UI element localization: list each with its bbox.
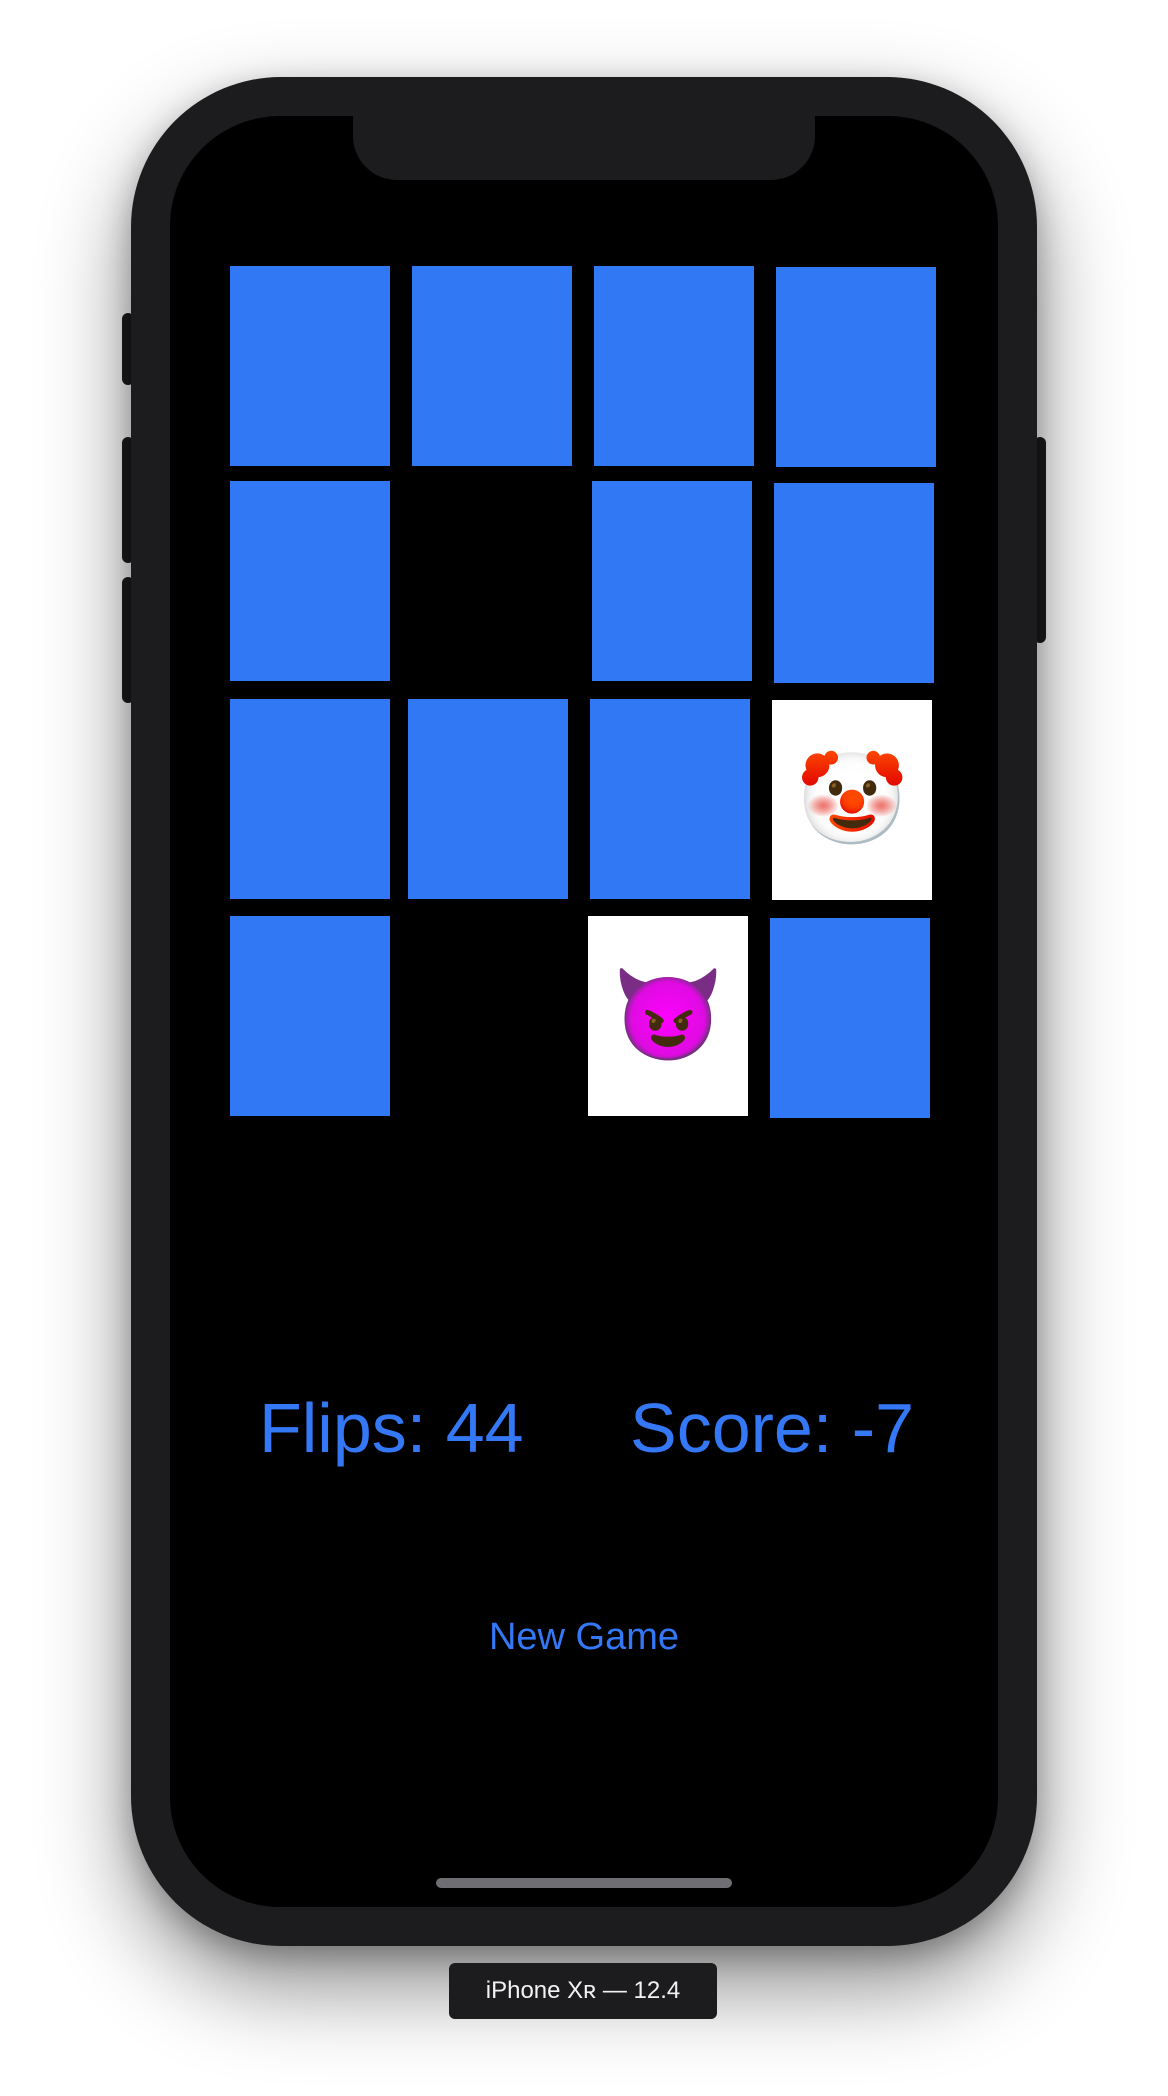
app-screen: 🤡 😈 Flips: 44 Score: -7 New Game	[170, 116, 998, 1907]
card[interactable]: 😈	[588, 916, 748, 1116]
card[interactable]	[412, 481, 572, 681]
card[interactable]	[230, 481, 390, 681]
simulator-device-label: iPhone Xʀ — 12.4	[449, 1963, 717, 2019]
card[interactable]	[230, 916, 390, 1116]
notch	[353, 116, 815, 180]
card[interactable]	[770, 918, 930, 1118]
flips-count-label: Flips: 44	[259, 1389, 524, 1467]
card[interactable]	[408, 699, 568, 899]
card[interactable]	[230, 699, 390, 899]
card[interactable]	[774, 483, 934, 683]
card[interactable]	[590, 699, 750, 899]
score-label: Score: -7	[630, 1389, 914, 1467]
card[interactable]	[592, 481, 752, 681]
card-emoji: 🤡	[795, 750, 909, 850]
card[interactable]	[230, 266, 390, 466]
card[interactable]	[408, 916, 568, 1116]
simulator-stage: 🤡 😈 Flips: 44 Score: -7 New Game iPhone …	[0, 0, 1168, 2096]
card-emoji: 😈	[611, 966, 725, 1066]
new-game-button[interactable]: New Game	[170, 1616, 998, 1659]
card[interactable]	[776, 267, 936, 467]
card[interactable]	[412, 266, 572, 466]
card[interactable]	[594, 266, 754, 466]
card[interactable]: 🤡	[772, 700, 932, 900]
home-indicator	[436, 1878, 732, 1888]
